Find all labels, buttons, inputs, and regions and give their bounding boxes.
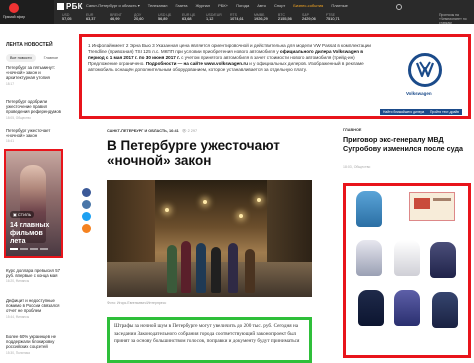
news-meta: 18:05, Общество (6, 115, 31, 120)
news-title: Петербург одобрили ужесточение правил пр… (6, 99, 61, 115)
article-photo (107, 180, 312, 297)
ticker-item[interactable]: ММВБ 1926,29 (254, 13, 278, 21)
article-breadcrumb[interactable]: САНКТ-ПЕТЕРБУРГ И ОБЛАСТЬ, 16:41 👁 2 297 (107, 128, 197, 133)
ad-product-image (356, 240, 382, 276)
main-news-meta: 18:03, Общество (343, 165, 371, 169)
news-meta: 16:20, Финансы (6, 279, 30, 284)
news-title: Дефицит и недоступные помимо в России св… (6, 298, 60, 314)
ticker-item[interactable]: BRENT 46,99 (110, 13, 134, 21)
ad-disclaimer: 1 Инфолайнмент 2 Эрна Вью 3 Указанная це… (88, 43, 371, 73)
ticker-item[interactable]: USD/EUR 1,12 (206, 13, 230, 21)
ad-product-image (432, 292, 458, 328)
main-news-headline[interactable]: Приговор экс-генералу МВД Сугробову изме… (343, 135, 471, 153)
ad-product-image (394, 290, 420, 326)
ok-share-icon[interactable] (82, 224, 91, 233)
list-item[interactable]: Петербург ужесточает «ночной» закон 16:4… (6, 128, 61, 143)
ticker-value: 20,60 (134, 17, 144, 21)
ad-product-image (409, 192, 455, 221)
ticker-item[interactable]: FTSE 7510,71 (326, 13, 350, 21)
nav-item[interactable]: Телеканал (148, 3, 168, 9)
live-label: Прямой эфир (3, 15, 26, 19)
ad-product-image (430, 242, 456, 278)
ticker-item[interactable]: USD ЦБ 56,89 (158, 13, 182, 21)
ticker-item[interactable]: EUR ЦБ 63,68 (182, 13, 206, 21)
test-drive-button[interactable]: Пройти тест-драйв (427, 109, 462, 115)
ticker-value: 7510,71 (326, 17, 340, 21)
brand-name: Volkswagen (406, 91, 432, 96)
nav-item[interactable]: Авто (257, 3, 266, 9)
ticker-item[interactable]: RTS 1074,61 (230, 13, 254, 21)
logo-text: РБК (66, 2, 83, 11)
find-dealer-button[interactable]: Найти ближайшего дилера (380, 109, 428, 115)
ticker-value: 2155,56 (278, 17, 292, 21)
ticker-value: 57,05 (62, 17, 72, 21)
news-title: Курс доллара превысил 57 руб. впервые с … (6, 268, 61, 279)
news-meta: 16:41 (6, 139, 14, 144)
main-news-title: ГЛАВНОЕ (343, 128, 362, 132)
main-nav: Санкт-Петербург и область ▾ Телеканал Газе… (86, 3, 348, 9)
ticker-value: 46,99 (110, 17, 120, 21)
list-item[interactable]: Петербург за пятьминут: «ночной» закон и… (6, 65, 61, 86)
nav-item[interactable]: Погода (236, 3, 249, 9)
ad-product-image (356, 191, 382, 227)
promo-card[interactable]: ▣ СТИЛЬ 14 главных фильмов лета (6, 151, 61, 256)
ticker-value: 1074,61 (230, 17, 244, 21)
promo-category-badge: ▣ СТИЛЬ (10, 211, 35, 218)
ticker-item[interactable]: ДОУ 20,60 (134, 13, 158, 21)
list-item[interactable]: Петербург одобрили ужесточение правил пр… (6, 99, 61, 120)
nav-item[interactable]: Журнал (195, 3, 210, 9)
side-banner-ad[interactable] (343, 183, 471, 358)
ticker-strip: USD 57,05 EUR 63,37 BRENT 46,99 ДОУ 20,60 USD ЦБ… (62, 13, 350, 21)
news-meta: 18:17 (6, 81, 14, 86)
twitter-share-icon[interactable] (82, 212, 91, 221)
promo-title: 14 главных фильмов лета (10, 222, 50, 245)
nav-item[interactable]: Платные (331, 3, 348, 9)
ticker-item[interactable]: EUR 63,37 (86, 13, 110, 21)
list-item[interactable]: Дефицит и недоступные помимо в России св… (6, 298, 61, 319)
nav-item[interactable]: Бизнес-события (293, 3, 323, 9)
top-header: Прямой эфир РБК Санкт-Петербург и област… (0, 0, 474, 25)
photo-caption: Фото: Игорь Евгеньевич/Интерпресс (107, 301, 167, 305)
header-ad-link[interactable]: Прогнозы на «Чемпионате» по ставкам (439, 13, 472, 25)
ad-product-image (358, 290, 384, 326)
nav-item[interactable]: Спорт (274, 3, 285, 9)
news-title: Петербург за пятьминут: «ночной» закон и… (6, 65, 56, 81)
ticker-value: 63,37 (86, 17, 96, 21)
list-item[interactable]: Курс доллара превысил 57 руб. впервые с … (6, 268, 61, 283)
article-title: В Петербурге ужесточают «ночной» закон (107, 138, 280, 168)
ticker-value: 1926,29 (254, 17, 268, 21)
news-feed-tabs: Все новости Главное (6, 54, 62, 62)
carousel-dots[interactable] (10, 248, 48, 250)
news-feed-title: ЛЕНТА НОВОСТЕЙ (6, 42, 53, 48)
logo-icon (57, 3, 64, 10)
news-title: Петербург ужесточает «ночной» закон (6, 128, 51, 139)
nav-item[interactable]: Санкт-Петербург и область ▾ (86, 3, 140, 9)
list-item[interactable]: Более 60% украинцев не поддержали блокир… (6, 334, 61, 355)
nav-item[interactable]: Газета (175, 3, 187, 9)
tab-main[interactable]: Главное (40, 54, 63, 62)
ad-product-image (394, 240, 420, 276)
news-meta: 15:44, Финансы (6, 314, 30, 319)
volkswagen-logo-icon (408, 53, 442, 87)
ticker-value: 2429,06 (302, 17, 316, 21)
live-stream-button[interactable]: Прямой эфир (0, 0, 54, 24)
facebook-share-icon[interactable] (82, 188, 91, 197)
ticker-item[interactable]: BTC 2155,56 (278, 13, 302, 21)
live-icon (9, 3, 19, 13)
search-icon[interactable] (396, 4, 402, 10)
views-count: 👁 2 297 (181, 129, 198, 133)
article-lead: Штрафы за ночной шум в Петербурге могут … (107, 317, 312, 363)
top-banner-ad[interactable]: 1 Инфолайнмент 2 Эрна Вью 3 Указанная це… (79, 34, 471, 119)
ticker-item[interactable]: S&P 2429,06 (302, 13, 326, 21)
news-title: Более 60% украинцев не поддержали блокир… (6, 334, 57, 350)
ticker-item[interactable]: USD 57,05 (62, 13, 86, 21)
ticker-value: 56,89 (158, 17, 168, 21)
nav-item[interactable]: РБК+ (218, 3, 228, 9)
rbc-logo[interactable]: РБК (57, 2, 83, 11)
news-meta: 15:30, Политика (6, 350, 30, 355)
vk-share-icon[interactable] (82, 200, 91, 209)
ticker-value: 63,68 (182, 17, 192, 21)
tab-all-news[interactable]: Все новости (6, 54, 36, 62)
ticker-value: 1,12 (206, 17, 214, 21)
